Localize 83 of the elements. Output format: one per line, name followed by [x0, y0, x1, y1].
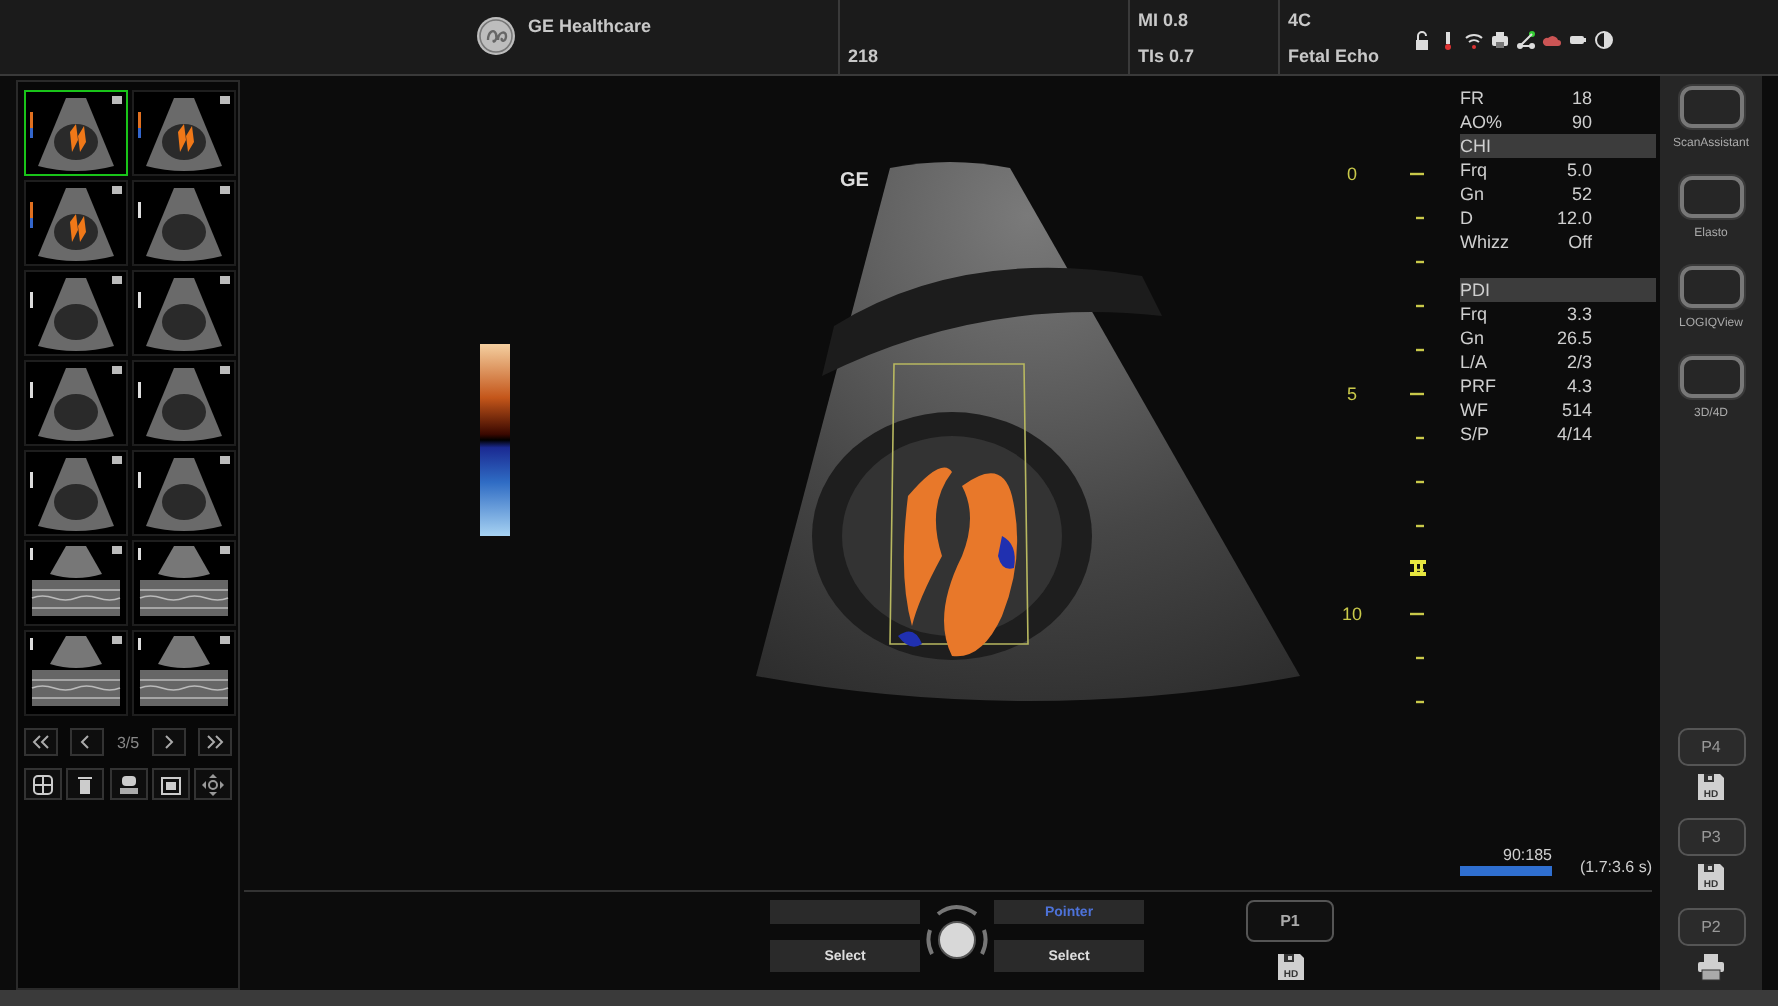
preset-name: 4C: [1288, 10, 1314, 30]
depth-label: 10: [1342, 604, 1362, 624]
ultrasound-thumbnail[interactable]: [132, 90, 236, 176]
ultrasound-thumbnail[interactable]: [132, 360, 236, 446]
ultrasound-thumbnail[interactable]: [132, 270, 236, 356]
next-icon: [159, 734, 178, 750]
parameter-label: FR: [1460, 88, 1484, 108]
ultrasound-thumbnail[interactable]: [24, 540, 128, 626]
ultrasound-thumbnail[interactable]: [132, 450, 236, 536]
ultrasound-thumbnail[interactable]: [132, 540, 236, 626]
ultrasound-thumbnail[interactable]: [24, 630, 128, 716]
trash-icon: [74, 773, 97, 795]
mechanical-index: MI 0.8: [1138, 10, 1191, 30]
ultrasound-thumbnail[interactable]: [132, 630, 236, 716]
section-header: CHI: [1460, 134, 1656, 158]
focus-marker-icon: [1410, 560, 1426, 576]
parameter-value: 3.3: [1566, 304, 1592, 324]
print-key-button[interactable]: P2: [1677, 908, 1745, 946]
ultrasound-thumbnail[interactable]: [24, 90, 128, 176]
parameter-label: PRF: [1460, 376, 1496, 396]
parameter-value: 26.5: [1556, 328, 1592, 348]
print-key-button[interactable]: P1: [1246, 900, 1334, 942]
last-page-button[interactable]: [198, 728, 232, 756]
frame-count: 218: [848, 46, 881, 66]
cine-time: (1.7:3.6 s): [1580, 858, 1653, 876]
cine-bar: [1460, 866, 1552, 876]
ultrasound-thumbnail[interactable]: [132, 180, 236, 266]
ultrasound-thumbnail[interactable]: [24, 360, 128, 446]
last-page-icon: [206, 734, 224, 750]
move-button[interactable]: [194, 768, 232, 800]
battery-icon: [1567, 30, 1588, 50]
parameter-label: WF: [1460, 400, 1488, 420]
wifi-icon: [1463, 30, 1484, 50]
parameter-value: 5.0: [1566, 160, 1592, 180]
parameter-label: Frq: [1460, 304, 1487, 324]
parameter-label: S/P: [1460, 424, 1490, 444]
section-header: PDI: [1460, 278, 1656, 302]
depth-label: 0: [1347, 164, 1357, 184]
parameter-value: 514: [1561, 400, 1592, 420]
cine-frames: 90:185: [1503, 846, 1552, 864]
parameter-label: L/A: [1460, 352, 1488, 372]
printer-icon: [1696, 952, 1726, 982]
parameter-value: 2/3: [1566, 352, 1592, 372]
parameter-label: Frq: [1460, 160, 1487, 180]
next-button[interactable]: [151, 728, 186, 756]
probe-mark: GE: [840, 170, 869, 192]
parameter-label: AO%: [1460, 112, 1503, 132]
logo-icon: [476, 16, 516, 56]
parameter-label: D: [1460, 208, 1473, 228]
ultrasound-thumbnail[interactable]: [24, 180, 128, 266]
page-indicator: 3/5: [116, 733, 140, 751]
move-icon: [202, 773, 224, 795]
parameter-label: Whizz: [1460, 232, 1509, 252]
ultrasound-thumbnail[interactable]: [24, 270, 128, 356]
lock-icon: [1411, 30, 1432, 50]
trash-button[interactable]: [66, 768, 105, 800]
image-folder-button[interactable]: [151, 768, 190, 800]
first-page-icon: [32, 734, 50, 750]
application-name: Fetal Echo: [1288, 46, 1380, 66]
cloud-icon: [1541, 30, 1562, 50]
parameter-value: 90: [1571, 112, 1592, 132]
thermal-index: TIs 0.7: [1138, 46, 1197, 66]
parameter-label: Gn: [1460, 184, 1485, 204]
grid-button[interactable]: [24, 768, 62, 800]
depth-label: 5: [1347, 384, 1357, 404]
printer-icon: [1489, 30, 1510, 50]
parameter-value: 4/14: [1556, 424, 1592, 444]
scanner-button[interactable]: [109, 768, 147, 800]
parameter-label: Gn: [1460, 328, 1485, 348]
brand-name: GE Healthcare: [528, 16, 652, 40]
ultrasound-thumbnail[interactable]: [24, 450, 128, 536]
parameter-value: 12.0: [1556, 208, 1592, 228]
parameter-value: 18: [1571, 88, 1592, 108]
parameter-value: 52: [1571, 184, 1592, 204]
print-key-button[interactable]: P3: [1677, 818, 1745, 856]
contrast-icon: [1593, 30, 1614, 50]
parameter-value: 4.3: [1566, 376, 1592, 396]
print-key-button[interactable]: P4: [1677, 728, 1745, 766]
parameter-value: Off: [1568, 232, 1592, 252]
network-icon: [1515, 30, 1536, 50]
grid-icon: [32, 773, 54, 795]
previous-button[interactable]: [70, 728, 105, 756]
first-page-button[interactable]: [24, 728, 58, 756]
